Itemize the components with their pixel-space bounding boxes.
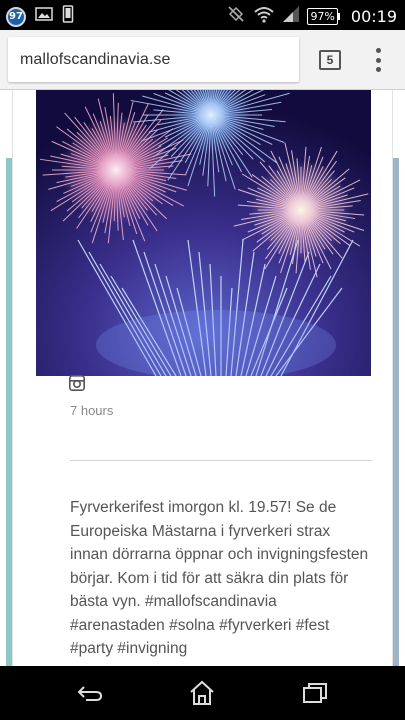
signal-icon <box>282 5 300 28</box>
web-page[interactable]: 7 hours Fyrverkerifest imorgon kl. 19.57… <box>0 90 405 666</box>
image-icon <box>35 7 53 26</box>
phone-icon <box>62 5 74 28</box>
browser-toolbar: mallofscandinavia.se 5 <box>0 30 405 90</box>
instagram-icon[interactable] <box>69 375 85 391</box>
recents-button[interactable] <box>295 678 335 708</box>
navigation-bar <box>0 666 405 720</box>
tab-switcher-button[interactable]: 5 <box>319 50 341 70</box>
url-bar[interactable]: mallofscandinavia.se <box>8 37 299 82</box>
no-sim-icon <box>226 4 246 29</box>
battery-indicator: 97% <box>307 8 340 25</box>
overflow-menu-button[interactable] <box>370 48 386 72</box>
divider <box>70 460 372 461</box>
post-caption: Fyrverkerifest imorgon kl. 19.57! Se de … <box>70 499 369 657</box>
home-icon <box>190 680 214 705</box>
url-text[interactable]: mallofscandinavia.se <box>20 51 171 69</box>
post-timestamp: 7 hours <box>70 403 114 418</box>
notification-badge: 97 <box>6 6 26 27</box>
back-icon <box>77 686 103 701</box>
back-button[interactable] <box>70 678 110 708</box>
post-card: 7 hours Fyrverkerifest imorgon kl. 19.57… <box>12 90 393 666</box>
recents-icon <box>303 683 327 703</box>
wifi-icon <box>253 5 275 28</box>
menu-dot-icon <box>375 48 381 53</box>
battery-level: 97% <box>310 10 335 23</box>
menu-dot-icon <box>375 67 381 72</box>
menu-dot-icon <box>375 57 381 63</box>
right-accent-strip <box>393 158 399 666</box>
clock: 00:19 <box>350 7 397 26</box>
status-notifications: 97 <box>6 5 74 28</box>
home-button[interactable] <box>182 678 222 708</box>
post-image-fireworks[interactable] <box>36 90 371 376</box>
status-bar: 97 97% 00:19 <box>0 0 405 30</box>
status-indicators: 97% 00:19 <box>226 4 397 29</box>
